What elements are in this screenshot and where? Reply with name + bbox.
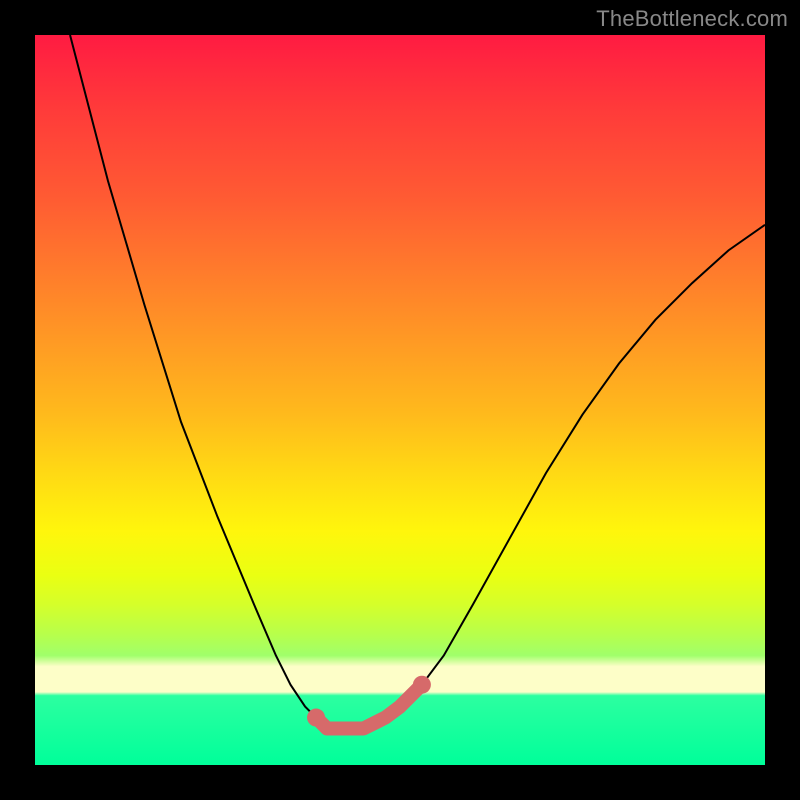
trough-highlight-line [316,685,422,729]
trough-endpoint-dot [413,676,431,694]
trough-endpoint-dot [307,709,325,727]
bottleneck-curve [70,35,765,729]
chart-svg [35,35,765,765]
watermark-text: TheBottleneck.com [596,6,788,32]
chart-frame: TheBottleneck.com [0,0,800,800]
plot-area [35,35,765,765]
